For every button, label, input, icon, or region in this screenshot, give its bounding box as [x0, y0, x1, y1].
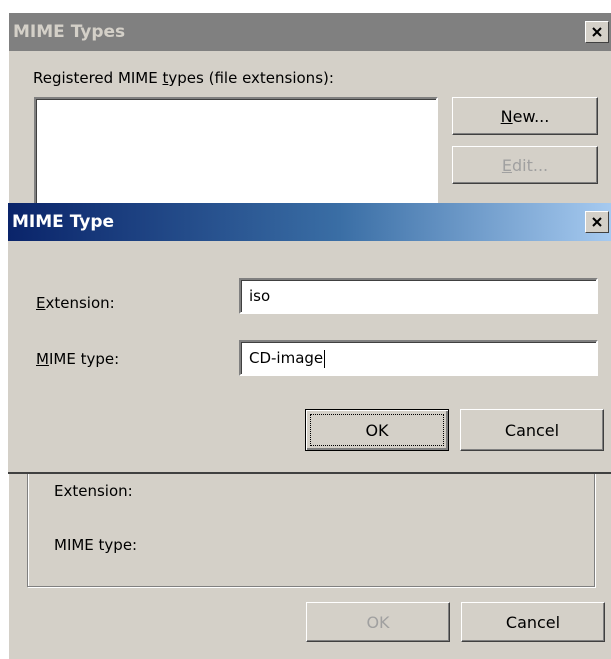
ok-button[interactable]: OK: [305, 409, 449, 451]
back-extension-label: Extension:: [54, 482, 133, 500]
mime-types-titlebar[interactable]: MIME Types: [9, 13, 611, 51]
close-icon: [592, 27, 602, 37]
extension-label: Extension:: [36, 294, 115, 312]
extension-input[interactable]: iso: [239, 278, 598, 314]
focus-rectangle: [310, 414, 444, 446]
mime-types-title: MIME Types: [13, 22, 126, 42]
text-caret: [324, 349, 326, 368]
close-icon: [592, 217, 602, 227]
mime-type-input[interactable]: CD-image: [239, 340, 598, 376]
mime-types-close-button[interactable]: [585, 21, 609, 43]
mime-type-dialog: MIME Type Extension: iso MIME type: CD-i…: [8, 203, 611, 474]
mime-type-titlebar[interactable]: MIME Type: [8, 203, 611, 241]
cancel-button[interactable]: Cancel: [460, 409, 604, 451]
mime-details-group: Extension: MIME type:: [27, 465, 595, 587]
back-mime-type-label: MIME type:: [54, 536, 138, 554]
edit-button[interactable]: Edit...: [452, 146, 598, 184]
mime-type-close-button[interactable]: [585, 211, 609, 233]
back-ok-button[interactable]: OK: [306, 602, 450, 642]
back-cancel-button[interactable]: Cancel: [461, 602, 605, 642]
new-button[interactable]: New...: [452, 97, 598, 135]
mime-type-label: MIME type:: [36, 350, 120, 368]
mime-type-title: MIME Type: [12, 212, 115, 232]
mime-types-list[interactable]: [34, 97, 438, 217]
registered-types-label: Registered MIME types (file extensions):: [33, 69, 334, 87]
